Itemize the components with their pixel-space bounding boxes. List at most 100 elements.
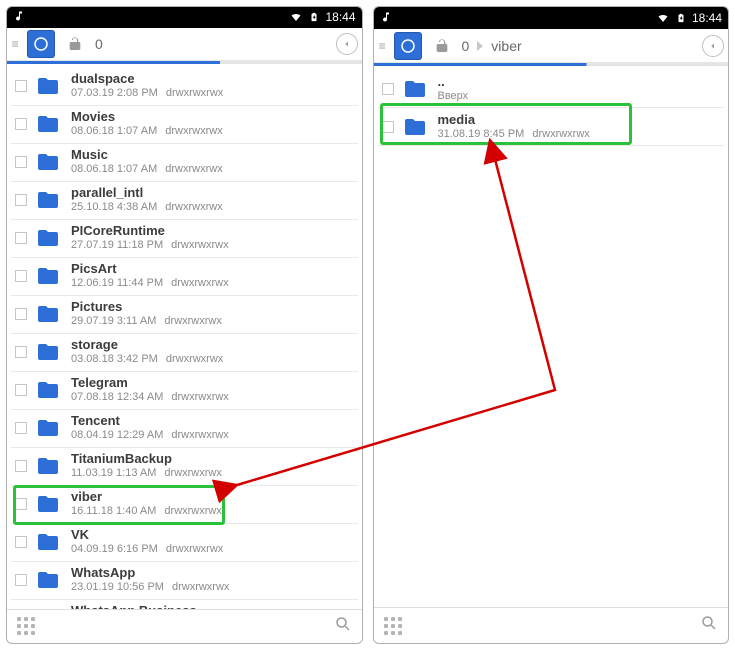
folder-row[interactable]: viber16.11.18 1:40 AMdrwxrwxrwx xyxy=(11,486,358,524)
home-button[interactable] xyxy=(27,30,55,58)
apps-grid-button[interactable] xyxy=(384,617,402,635)
folder-row[interactable]: PicsArt12.06.19 11:44 PMdrwxrwxrwx xyxy=(11,258,358,296)
folder-name: VK xyxy=(71,528,223,543)
folder-row[interactable]: storage03.08.18 3:42 PMdrwxrwxrwx xyxy=(11,334,358,372)
file-browser-pane-right: 18:44 0 viber ..Вверхmedia31.08.19 8:45 … xyxy=(373,6,730,644)
row-checkbox[interactable] xyxy=(15,308,27,320)
breadcrumb-root[interactable]: 0 xyxy=(462,38,470,54)
folder-name: media xyxy=(438,113,590,128)
folder-row[interactable]: Movies08.06.18 1:07 AMdrwxrwxrwx xyxy=(11,106,358,144)
folder-icon xyxy=(33,111,63,137)
search-button[interactable] xyxy=(700,614,718,637)
folder-meta: 08.06.18 1:07 AMdrwxrwxrwx xyxy=(71,125,223,138)
folder-icon xyxy=(33,339,63,365)
folder-icon xyxy=(400,76,430,102)
row-checkbox[interactable] xyxy=(15,422,27,434)
folder-meta: Вверх xyxy=(438,90,469,103)
folder-row[interactable]: dualspace07.03.19 2:08 PMdrwxrwxrwx xyxy=(11,68,358,106)
sidebar-toggle[interactable] xyxy=(378,39,388,53)
row-checkbox[interactable] xyxy=(382,121,394,133)
row-checkbox[interactable] xyxy=(15,232,27,244)
folder-row[interactable]: Pictures29.07.19 3:11 AMdrwxrwxrwx xyxy=(11,296,358,334)
folder-icon xyxy=(33,187,63,213)
breadcrumb-current[interactable]: viber xyxy=(491,38,521,54)
folder-name: Movies xyxy=(71,110,223,125)
unlock-button[interactable] xyxy=(428,32,456,60)
search-button[interactable] xyxy=(334,615,352,638)
file-list: ..Вверхmedia31.08.19 8:45 PMdrwxrwxrwx xyxy=(374,66,729,607)
path-toolbar: 0 xyxy=(7,28,362,61)
chevron-left-icon xyxy=(709,42,717,50)
row-checkbox[interactable] xyxy=(15,156,27,168)
folder-row[interactable]: WhatsApp Business25.10.18 4:25 PMdrwxrwx… xyxy=(11,600,358,609)
home-icon xyxy=(399,37,417,55)
row-checkbox[interactable] xyxy=(15,498,27,510)
wifi-icon xyxy=(289,11,303,23)
status-bar: 18:44 xyxy=(374,7,729,29)
bottom-bar xyxy=(374,607,729,643)
folder-row[interactable]: parallel_intl25.10.18 4:38 AMdrwxrwxrwx xyxy=(11,182,358,220)
row-checkbox[interactable] xyxy=(15,80,27,92)
folder-icon xyxy=(33,567,63,593)
path-toolbar: 0 viber xyxy=(374,29,729,63)
folder-icon xyxy=(33,377,63,403)
collapse-button[interactable] xyxy=(336,33,358,55)
folder-row[interactable]: WhatsApp23.01.19 10:56 PMdrwxrwxrwx xyxy=(11,562,358,600)
row-checkbox[interactable] xyxy=(15,270,27,282)
menu-icon xyxy=(378,39,388,53)
wifi-icon xyxy=(656,12,670,24)
folder-icon xyxy=(33,149,63,175)
folder-name: viber xyxy=(71,490,222,505)
folder-meta: 12.06.19 11:44 PMdrwxrwxrwx xyxy=(71,277,229,290)
sidebar-toggle[interactable] xyxy=(11,37,21,51)
parent-folder-row[interactable]: ..Вверх xyxy=(378,70,725,108)
folder-row[interactable]: Telegram07.08.18 12:34 AMdrwxrwxrwx xyxy=(11,372,358,410)
battery-icon xyxy=(309,10,319,24)
folder-icon xyxy=(33,415,63,441)
unlock-button[interactable] xyxy=(61,30,89,58)
row-checkbox[interactable] xyxy=(15,194,27,206)
folder-icon xyxy=(33,263,63,289)
folder-meta: 07.03.19 2:08 PMdrwxrwxrwx xyxy=(71,87,223,100)
folder-name: Pictures xyxy=(71,300,222,315)
status-time: 18:44 xyxy=(692,11,722,25)
collapse-button[interactable] xyxy=(702,35,724,57)
row-checkbox[interactable] xyxy=(15,574,27,586)
menu-icon xyxy=(11,37,21,51)
folder-row[interactable]: media31.08.19 8:45 PMdrwxrwxrwx xyxy=(378,108,725,146)
folder-meta: 27.07.19 11:18 PMdrwxrwxrwx xyxy=(71,239,229,252)
folder-row[interactable]: TitaniumBackup11.03.19 1:13 AMdrwxrwxrwx xyxy=(11,448,358,486)
status-bar: 18:44 xyxy=(7,7,362,28)
row-checkbox[interactable] xyxy=(15,346,27,358)
folder-name: Music xyxy=(71,148,223,163)
folder-name: parallel_intl xyxy=(71,186,223,201)
row-checkbox[interactable] xyxy=(15,536,27,548)
row-checkbox[interactable] xyxy=(15,118,27,130)
music-note-icon xyxy=(380,11,392,26)
row-checkbox[interactable] xyxy=(382,83,394,95)
folder-icon xyxy=(33,225,63,251)
folder-row[interactable]: VK04.09.19 6:16 PMdrwxrwxrwx xyxy=(11,524,358,562)
folder-meta: 04.09.19 6:16 PMdrwxrwxrwx xyxy=(71,543,223,556)
search-icon xyxy=(700,614,718,632)
bottom-bar xyxy=(7,609,362,643)
folder-row[interactable]: PICoreRuntime27.07.19 11:18 PMdrwxrwxrwx xyxy=(11,220,358,258)
folder-row[interactable]: Tencent08.04.19 12:29 AMdrwxrwxrwx xyxy=(11,410,358,448)
row-checkbox[interactable] xyxy=(15,460,27,472)
folder-name: TitaniumBackup xyxy=(71,452,222,467)
folder-name: Tencent xyxy=(71,414,229,429)
folder-meta: 08.06.18 1:07 AMdrwxrwxrwx xyxy=(71,163,223,176)
folder-name: Telegram xyxy=(71,376,229,391)
home-button[interactable] xyxy=(394,32,422,60)
breadcrumb-root[interactable]: 0 xyxy=(95,36,103,52)
apps-grid-button[interactable] xyxy=(17,617,35,635)
folder-name: .. xyxy=(438,75,469,90)
folder-name: dualspace xyxy=(71,72,223,87)
folder-row[interactable]: Music08.06.18 1:07 AMdrwxrwxrwx xyxy=(11,144,358,182)
folder-name: WhatsApp xyxy=(71,566,229,581)
unlock-icon xyxy=(67,36,83,52)
folder-meta: 23.01.19 10:56 PMdrwxrwxrwx xyxy=(71,581,229,594)
row-checkbox[interactable] xyxy=(15,384,27,396)
folder-icon xyxy=(33,73,63,99)
folder-name: storage xyxy=(71,338,223,353)
